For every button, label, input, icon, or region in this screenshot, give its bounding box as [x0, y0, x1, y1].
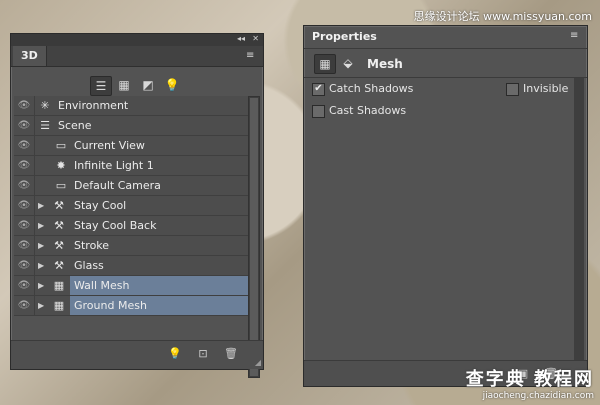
layer-label: Stroke	[74, 239, 110, 252]
layer-row-scene[interactable]: 👁 ☰ Scene	[14, 116, 248, 136]
layer-list-scrollbar[interactable]	[248, 96, 260, 378]
layer-label: Default Camera	[74, 179, 161, 192]
scene-icon: ☰	[40, 119, 50, 132]
visibility-eye-icon[interactable]: 👁	[14, 136, 35, 155]
close-icon[interactable]: ✕	[252, 34, 259, 43]
catch-shadows-checkbox[interactable]: ✔	[312, 82, 325, 96]
panel-titlebar[interactable]: ◂◂ ✕	[11, 34, 263, 46]
light-icon: ✸	[56, 159, 66, 172]
scene-filter-icon[interactable]: ☰	[90, 76, 112, 96]
watermark-bottom: 查字典 教程网 jiaocheng.chazidian.com	[466, 365, 594, 401]
trash-icon[interactable]: 🗑	[224, 347, 238, 361]
expand-triangle-icon[interactable]: ▶	[38, 276, 48, 295]
layer-label: Environment	[58, 99, 129, 112]
properties-mode-bar: ▦ ⬙ Mesh	[304, 49, 587, 78]
light-filter-icon[interactable]: 💡	[162, 76, 182, 94]
mesh-icon: ▦	[53, 299, 65, 312]
tab-row: 3D ≡	[11, 46, 263, 67]
panel-menu-icon[interactable]: ≡	[246, 51, 258, 61]
scrollbar-thumb[interactable]	[250, 98, 258, 376]
properties-header: Properties ≡	[304, 26, 587, 49]
visibility-eye-icon[interactable]: 👁	[14, 116, 35, 135]
text-mesh-icon: ⚒	[54, 239, 64, 252]
cast-shadows-checkbox[interactable]	[312, 104, 325, 118]
resize-grip-icon[interactable]: ◢	[255, 358, 261, 367]
visibility-eye-icon[interactable]: 👁	[14, 196, 35, 215]
watermark-top: 思缘设计论坛 www.missyuan.com	[413, 10, 592, 23]
layer-row-default-camera[interactable]: 👁 ▭ Default Camera	[14, 176, 248, 196]
watermark-url: jiaocheng.chazidian.com	[482, 391, 594, 401]
layer-label: Ground Mesh	[74, 299, 147, 312]
watermark-site-name: 查字典 教程网	[465, 369, 594, 390]
invisible-option[interactable]: Invisible	[506, 82, 568, 96]
cast-shadows-label: Cast Shadows	[329, 104, 407, 117]
catch-shadows-label: Catch Shadows	[329, 82, 414, 95]
expand-triangle-icon[interactable]: ▶	[38, 296, 48, 315]
layer-row-environment[interactable]: 👁 ✳ Environment	[14, 96, 248, 116]
layer-label: Glass	[74, 259, 104, 272]
deform-mode-icon[interactable]: ⬙	[338, 54, 358, 72]
camera-icon: ▭	[55, 139, 67, 152]
layer-label: Stay Cool	[74, 199, 127, 212]
layer-row-glass[interactable]: 👁 ▶ ⚒ Glass	[14, 256, 248, 276]
new-object-icon[interactable]: ⊡	[196, 347, 210, 361]
expand-triangle-icon[interactable]: ▶	[38, 236, 48, 255]
collapse-icon[interactable]: ◂◂	[237, 34, 245, 43]
panel-menu-icon[interactable]: ≡	[570, 31, 582, 41]
invisible-checkbox[interactable]	[506, 82, 519, 96]
layer-label: Stay Cool Back	[74, 219, 157, 232]
visibility-eye-icon[interactable]: 👁	[14, 96, 35, 115]
text-mesh-icon: ⚒	[54, 199, 64, 212]
panel-footer: 💡 ⊡ 🗑 ◢	[11, 340, 263, 369]
3d-panel: ◂◂ ✕ 3D ≡ ☰ ▦ ◩ 💡 👁 ✳ Environment 👁 ☰ Sc…	[10, 33, 264, 378]
visibility-eye-icon[interactable]: 👁	[14, 176, 35, 195]
visibility-eye-icon[interactable]: 👁	[14, 256, 35, 275]
mesh-filter-icon[interactable]: ▦	[114, 76, 134, 94]
visibility-eye-icon[interactable]: 👁	[14, 216, 35, 235]
catch-shadows-option[interactable]: ✔ Catch Shadows	[312, 82, 413, 96]
layer-label: Infinite Light 1	[74, 159, 154, 172]
layer-label: Current View	[74, 139, 145, 152]
visibility-eye-icon[interactable]: 👁	[14, 296, 35, 315]
material-filter-icon[interactable]: ◩	[138, 76, 158, 94]
layer-label: Wall Mesh	[74, 279, 130, 292]
expand-triangle-icon[interactable]: ▶	[38, 256, 48, 275]
add-light-icon[interactable]: 💡	[168, 347, 182, 361]
tab-properties[interactable]: Properties	[308, 26, 381, 48]
properties-panel: Properties ≡ ▦ ⬙ Mesh ✔ Catch Shadows Inv…	[303, 25, 588, 387]
layer-row-current-view[interactable]: 👁 ▭ Current View	[14, 136, 248, 156]
expand-triangle-icon[interactable]: ▶	[38, 216, 48, 235]
properties-scrollbar[interactable]	[574, 78, 584, 386]
properties-title: Mesh	[367, 57, 403, 71]
camera-icon: ▭	[55, 179, 67, 192]
layer-row-stay-cool[interactable]: 👁 ▶ ⚒ Stay Cool	[14, 196, 248, 216]
layer-label: Scene	[58, 119, 92, 132]
visibility-eye-icon[interactable]: 👁	[14, 156, 35, 175]
layer-list: 👁 ✳ Environment 👁 ☰ Scene 👁 ▭ Current Vi…	[14, 96, 248, 316]
layer-row-ground-mesh[interactable]: 👁 ▶ ▦ Ground Mesh	[14, 296, 248, 316]
layer-row-wall-mesh[interactable]: 👁 ▶ ▦ Wall Mesh	[14, 276, 248, 296]
layer-row-infinite-light[interactable]: 👁 ✸ Infinite Light 1	[14, 156, 248, 176]
visibility-eye-icon[interactable]: 👁	[14, 236, 35, 255]
text-mesh-icon: ⚒	[54, 219, 64, 232]
layer-row-stroke[interactable]: 👁 ▶ ⚒ Stroke	[14, 236, 248, 256]
tab-3d[interactable]: 3D	[13, 46, 47, 66]
mesh-icon: ▦	[53, 279, 65, 292]
cast-shadows-option[interactable]: Cast Shadows	[312, 104, 406, 118]
text-mesh-icon: ⚒	[54, 259, 64, 272]
mesh-mode-icon[interactable]: ▦	[314, 54, 336, 74]
environment-icon: ✳	[40, 99, 50, 112]
expand-triangle-icon[interactable]: ▶	[38, 196, 48, 215]
visibility-eye-icon[interactable]: 👁	[14, 276, 35, 295]
invisible-label: Invisible	[523, 82, 569, 95]
layer-row-stay-cool-back[interactable]: 👁 ▶ ⚒ Stay Cool Back	[14, 216, 248, 236]
